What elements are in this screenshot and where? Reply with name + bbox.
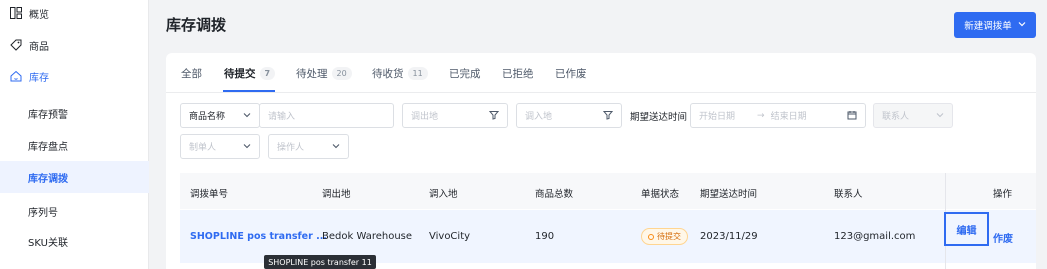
sidebar-item-label: 概览 bbox=[29, 9, 49, 21]
new-transfer-button[interactable]: 新建调拨单 bbox=[954, 12, 1036, 38]
new-transfer-label: 新建调拨单 bbox=[964, 21, 1012, 32]
chevron-down-icon bbox=[332, 142, 340, 153]
calendar-icon bbox=[847, 110, 857, 123]
select-placeholder: 操作人 bbox=[277, 143, 305, 153]
chevron-down-icon bbox=[936, 111, 944, 122]
column-header: 单据状态 bbox=[641, 189, 680, 200]
date-range-picker[interactable]: 开始日期 → 结束日期 bbox=[690, 103, 866, 128]
tab-rejected[interactable]: 已拒绝 bbox=[502, 66, 534, 81]
order-number-tooltip: SHOPLINE pos transfer 11 bbox=[264, 255, 376, 269]
select-value: 商品名称 bbox=[189, 112, 226, 122]
column-header: 调出地 bbox=[322, 189, 351, 200]
order-number-link[interactable]: SHOPLINE pos transfer ... bbox=[190, 231, 327, 242]
sidebar-item-products[interactable]: 商品 bbox=[0, 29, 149, 61]
date-filter-label: 期望送达时间 bbox=[630, 112, 688, 123]
tag-icon bbox=[9, 38, 23, 52]
page-title: 库存调拨 bbox=[166, 16, 227, 34]
sidebar-item-stock-alert[interactable]: 库存预警 bbox=[0, 97, 149, 129]
filter-placeholder: 调出地 bbox=[411, 112, 439, 122]
chevron-down-icon bbox=[243, 111, 251, 122]
void-link[interactable]: 作废 bbox=[993, 230, 1013, 245]
tab-label: 已完成 bbox=[449, 68, 481, 80]
sidebar-item-label: SKU关联 bbox=[28, 237, 68, 249]
sidebar-item-overview[interactable]: 概览 bbox=[0, 0, 149, 29]
sidebar-item-label: 商品 bbox=[29, 41, 49, 53]
end-date-placeholder: 结束日期 bbox=[770, 112, 807, 122]
tab-pending-receive[interactable]: 待收货 11 bbox=[372, 66, 428, 81]
search-input[interactable]: 请输入 bbox=[259, 103, 394, 128]
filter-placeholder: 调入地 bbox=[525, 112, 553, 122]
product-field-select[interactable]: 商品名称 bbox=[180, 103, 260, 128]
tab-voided[interactable]: 已作废 bbox=[555, 66, 587, 81]
active-tab-indicator bbox=[223, 90, 275, 92]
sidebar-item-inventory[interactable]: 库存 bbox=[0, 60, 149, 92]
filter-icon bbox=[488, 110, 500, 123]
tab-label: 已拒绝 bbox=[502, 68, 534, 80]
tab-label: 待提交 bbox=[224, 68, 256, 80]
column-header: 联系人 bbox=[834, 189, 863, 200]
from-location-filter[interactable]: 调出地 bbox=[402, 103, 508, 128]
sidebar-item-label: 库存盘点 bbox=[28, 141, 68, 153]
status-dot-icon bbox=[648, 233, 654, 240]
status-label: 待提交 bbox=[657, 232, 681, 241]
count-badge: 11 bbox=[407, 67, 428, 80]
edit-link[interactable]: 编辑 bbox=[944, 212, 989, 246]
column-header: 调拨单号 bbox=[190, 189, 229, 200]
cell-expected-date: 2023/11/29 bbox=[700, 231, 758, 242]
tab-pending-process[interactable]: 待处理 20 bbox=[296, 66, 352, 81]
count-badge: 20 bbox=[331, 67, 352, 80]
count-badge: 7 bbox=[259, 67, 276, 80]
cell-from: Bedok Warehouse bbox=[322, 231, 413, 242]
creator-select[interactable]: 制单人 bbox=[180, 134, 260, 159]
sidebar-item-transfer[interactable]: 库存调拨 bbox=[0, 161, 149, 193]
tab-all[interactable]: 全部 bbox=[181, 66, 202, 81]
sidebar-item-label: 库存 bbox=[29, 72, 49, 84]
sidebar-item-sku-link[interactable]: SKU关联 bbox=[0, 225, 149, 257]
tab-completed[interactable]: 已完成 bbox=[449, 66, 481, 81]
column-header: 调入地 bbox=[429, 189, 458, 200]
column-header: 期望送达时间 bbox=[700, 189, 758, 200]
tab-label: 待处理 bbox=[296, 68, 328, 80]
search-placeholder: 请输入 bbox=[268, 112, 296, 122]
cell-total: 190 bbox=[535, 231, 555, 242]
tab-label: 全部 bbox=[181, 68, 202, 80]
select-placeholder: 制单人 bbox=[189, 143, 217, 153]
sidebar-item-label: 序列号 bbox=[28, 207, 58, 219]
tab-pending-submit[interactable]: 待提交 7 bbox=[224, 66, 276, 81]
operator-select[interactable]: 操作人 bbox=[268, 134, 349, 159]
contact-select[interactable]: 联系人 bbox=[873, 103, 953, 128]
table-header: 调拨单号 调出地 调入地 商品总数 单据状态 期望送达时间 联系人 操作 bbox=[180, 173, 1036, 209]
sidebar: 概览 商品 库存 库存预警 库存盘点 库存调拨 序列号 SKU关联 bbox=[0, 0, 149, 269]
sidebar-item-label: 库存预警 bbox=[28, 109, 68, 121]
filter-icon bbox=[602, 110, 614, 123]
cell-to: VivoCity bbox=[429, 231, 471, 242]
tab-label: 已作废 bbox=[555, 68, 587, 80]
sidebar-item-serial[interactable]: 序列号 bbox=[0, 195, 149, 227]
to-location-filter[interactable]: 调入地 bbox=[516, 103, 622, 128]
sidebar-item-stocktake[interactable]: 库存盘点 bbox=[0, 129, 149, 161]
chevron-down-icon bbox=[243, 142, 251, 153]
house-icon bbox=[9, 69, 23, 83]
arrow-right-icon: → bbox=[757, 110, 765, 121]
chevron-down-icon bbox=[1018, 20, 1026, 31]
sidebar-item-label: 库存调拨 bbox=[28, 173, 68, 185]
cell-contact: 123@gmail.com bbox=[834, 231, 916, 242]
tab-label: 待收货 bbox=[372, 68, 404, 80]
status-badge: 待提交 bbox=[641, 228, 688, 245]
tab-bar: 全部 待提交 7 待处理 20 待收货 11 已完成 已拒绝 已作废 bbox=[166, 53, 1036, 93]
column-header: 商品总数 bbox=[535, 189, 574, 200]
select-placeholder: 联系人 bbox=[882, 112, 910, 122]
column-header: 操作 bbox=[993, 189, 1013, 200]
dashboard-icon bbox=[9, 6, 23, 20]
start-date-placeholder: 开始日期 bbox=[699, 112, 736, 122]
